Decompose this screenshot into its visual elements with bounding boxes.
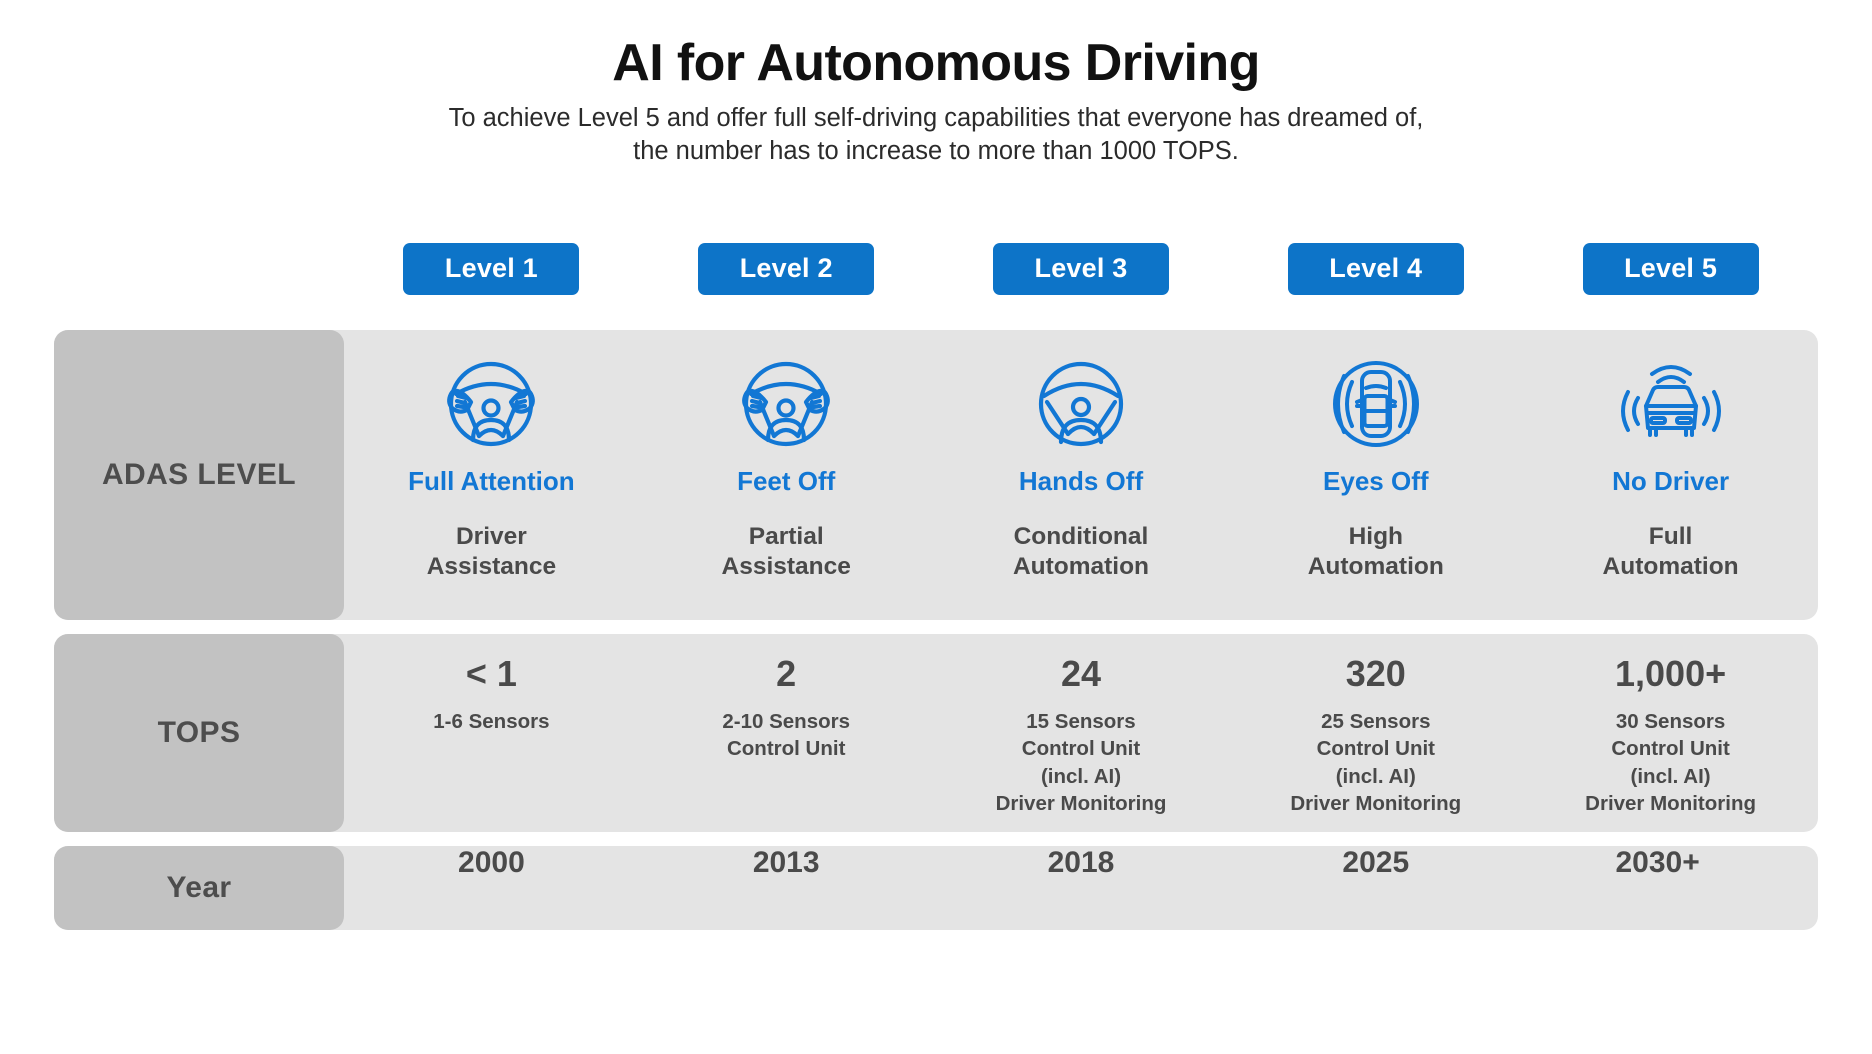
adas-level-table: Level 1 Level 2 Level 3 Level 4 Level 5 …: [54, 243, 1818, 944]
level-badges-row: Level 1 Level 2 Level 3 Level 4 Level 5: [54, 243, 1818, 301]
tops-note: (incl. AI): [1228, 763, 1523, 790]
level-badge-cell-5: Level 5: [1523, 243, 1818, 301]
tops-note: Control Unit: [1523, 735, 1818, 762]
steering-wheel-hands-icon: [441, 358, 541, 450]
adas-cells: Full Attention Driver Assistance: [344, 330, 1818, 620]
tops-value-2: 2: [639, 656, 934, 692]
page-header: AI for Autonomous Driving To achieve Lev…: [0, 0, 1872, 167]
year-cell-2: 2013: [639, 846, 934, 930]
car-top-view-sensors-icon: [1326, 358, 1426, 450]
tops-note: (incl. AI): [934, 763, 1229, 790]
year-value-2: 2013: [639, 846, 934, 880]
adas-name-4: Eyes Off: [1323, 468, 1429, 494]
adas-cell-4: Eyes Off High Automation: [1228, 330, 1523, 620]
tops-cells: < 1 1-6 Sensors 2 2-10 Sensors Control U…: [344, 634, 1818, 832]
year-cell-3: 2018: [934, 846, 1229, 930]
adas-desc-line1-1: Driver: [427, 522, 556, 552]
adas-desc-2: Partial Assistance: [722, 522, 851, 582]
tops-note: Control Unit: [1228, 735, 1523, 762]
level-badge-4[interactable]: Level 4: [1288, 243, 1464, 295]
adas-level-row: ADAS LEVEL: [54, 330, 1818, 620]
year-value-4: 2025: [1228, 846, 1523, 880]
adas-desc-4: High Automation: [1308, 522, 1444, 582]
tops-value-4: 320: [1228, 656, 1523, 692]
tops-notes-5: 30 Sensors Control Unit (incl. AI) Drive…: [1523, 708, 1818, 817]
tops-note: 1-6 Sensors: [344, 708, 639, 735]
tops-cell-4: 320 25 Sensors Control Unit (incl. AI) D…: [1228, 634, 1523, 832]
year-row: Year 2000 2013 2018 2025 2030+: [54, 846, 1818, 930]
level-badge-3[interactable]: Level 3: [993, 243, 1169, 295]
tops-note: Control Unit: [934, 735, 1229, 762]
adas-desc-line1-3: Conditional: [1013, 522, 1149, 552]
page-title: AI for Autonomous Driving: [0, 34, 1872, 92]
tops-value-1: < 1: [344, 656, 639, 692]
tops-notes-2: 2-10 Sensors Control Unit: [639, 708, 934, 763]
level-badge-cell-2: Level 2: [639, 243, 934, 301]
level-badge-cell-4: Level 4: [1228, 243, 1523, 301]
adas-desc-line1-2: Partial: [722, 522, 851, 552]
badges-row-spacer: [54, 243, 344, 301]
adas-cell-1: Full Attention Driver Assistance: [344, 330, 639, 620]
tops-note: 25 Sensors: [1228, 708, 1523, 735]
row-label-year: Year: [54, 846, 344, 930]
adas-desc-line2-4: Automation: [1308, 552, 1444, 582]
adas-desc-3: Conditional Automation: [1013, 522, 1149, 582]
year-cells: 2000 2013 2018 2025 2030+: [344, 846, 1818, 930]
adas-name-3: Hands Off: [1019, 468, 1143, 494]
tops-cell-2: 2 2-10 Sensors Control Unit: [639, 634, 934, 832]
tops-notes-3: 15 Sensors Control Unit (incl. AI) Drive…: [934, 708, 1229, 817]
tops-row: TOPS < 1 1-6 Sensors 2 2-10 Sensors: [54, 634, 1818, 832]
year-cell-5: 2030+: [1523, 846, 1818, 930]
adas-desc-5: Full Automation: [1603, 522, 1739, 582]
steering-wheel-hands-icon: [736, 358, 836, 450]
adas-cell-5: No Driver Full Automation: [1523, 330, 1818, 620]
tops-cell-1: < 1 1-6 Sensors: [344, 634, 639, 832]
adas-desc-line1-5: Full: [1603, 522, 1739, 552]
tops-value-5: 1,000+: [1523, 656, 1818, 692]
year-cell-1: 2000: [344, 846, 639, 930]
adas-cell-3: Hands Off Conditional Automation: [934, 330, 1229, 620]
subtitle-line-2: the number has to increase to more than …: [306, 135, 1566, 168]
tops-note: 15 Sensors: [934, 708, 1229, 735]
tops-cell-5: 1,000+ 30 Sensors Control Unit (incl. AI…: [1523, 634, 1818, 832]
tops-value-3: 24: [934, 656, 1229, 692]
level-badge-5[interactable]: Level 5: [1583, 243, 1759, 295]
adas-desc-line2-1: Assistance: [427, 552, 556, 582]
car-front-signal-icon: [1616, 358, 1726, 450]
adas-desc-line2-5: Automation: [1603, 552, 1739, 582]
adas-desc-1: Driver Assistance: [427, 522, 556, 582]
adas-desc-line2-2: Assistance: [722, 552, 851, 582]
year-value-5: 2030+: [1523, 846, 1818, 880]
adas-name-5: No Driver: [1612, 468, 1729, 494]
tops-note: Control Unit: [639, 735, 934, 762]
adas-name-1: Full Attention: [408, 468, 575, 494]
adas-desc-line1-4: High: [1308, 522, 1444, 552]
level-badge-cell-1: Level 1: [344, 243, 639, 301]
tops-note: 30 Sensors: [1523, 708, 1818, 735]
subtitle-line-1: To achieve Level 5 and offer full self-d…: [306, 102, 1566, 135]
tops-note: Driver Monitoring: [934, 790, 1229, 817]
tops-cell-3: 24 15 Sensors Control Unit (incl. AI) Dr…: [934, 634, 1229, 832]
year-value-3: 2018: [934, 846, 1229, 880]
year-value-1: 2000: [344, 846, 639, 880]
adas-desc-line2-3: Automation: [1013, 552, 1149, 582]
tops-note: Driver Monitoring: [1228, 790, 1523, 817]
adas-name-2: Feet Off: [737, 468, 835, 494]
tops-note: (incl. AI): [1523, 763, 1818, 790]
row-label-adas-level: ADAS LEVEL: [54, 330, 344, 620]
steering-wheel-driver-icon: [1031, 358, 1131, 450]
level-badge-1[interactable]: Level 1: [403, 243, 579, 295]
tops-note: Driver Monitoring: [1523, 790, 1818, 817]
year-cell-4: 2025: [1228, 846, 1523, 930]
level-badge-cell-3: Level 3: [934, 243, 1229, 301]
tops-notes-1: 1-6 Sensors: [344, 708, 639, 735]
row-label-tops: TOPS: [54, 634, 344, 832]
level-badge-2[interactable]: Level 2: [698, 243, 874, 295]
tops-notes-4: 25 Sensors Control Unit (incl. AI) Drive…: [1228, 708, 1523, 817]
adas-cell-2: Feet Off Partial Assistance: [639, 330, 934, 620]
page-subtitle: To achieve Level 5 and offer full self-d…: [306, 102, 1566, 167]
tops-note: 2-10 Sensors: [639, 708, 934, 735]
